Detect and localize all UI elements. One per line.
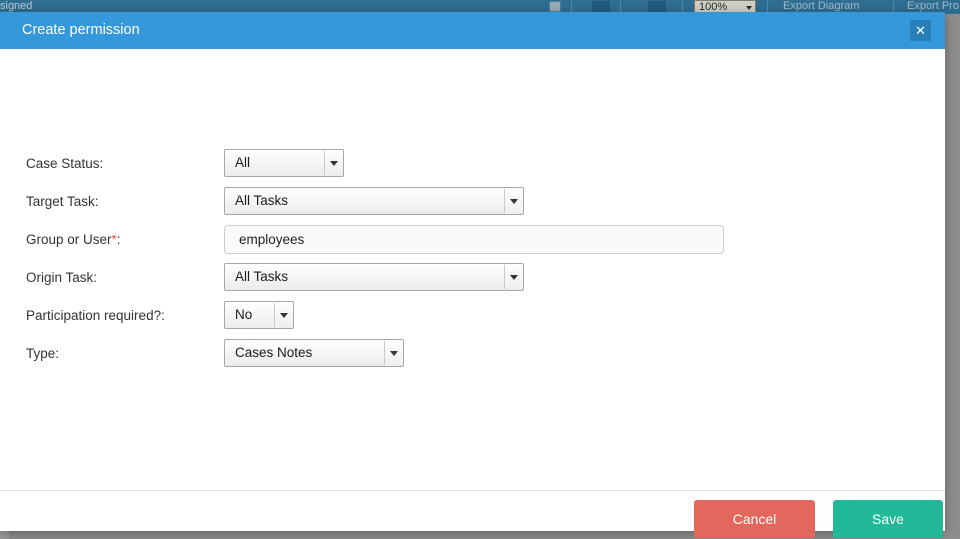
label-origin-task: Origin Task: <box>26 270 98 285</box>
label-participation-required: Participation required?: <box>26 308 165 323</box>
toolbar-square-icon[interactable] <box>549 1 561 12</box>
group-or-user-input[interactable] <box>224 225 724 254</box>
close-icon[interactable]: ✕ <box>910 20 931 41</box>
chevron-down-icon <box>274 303 292 327</box>
select-case-status[interactable]: All <box>224 149 344 177</box>
form-row-type: Type: Cases Notes <box>0 337 945 375</box>
dialog-header: Create permission ✕ <box>0 12 945 49</box>
cancel-button[interactable]: Cancel <box>694 500 815 538</box>
create-permission-dialog: Create permission ✕ Case Status: All Tar… <box>0 12 945 538</box>
label-group-or-user-colon: : <box>116 232 121 247</box>
select-case-status-value: All <box>235 155 251 170</box>
chevron-down-icon <box>324 151 342 175</box>
chevron-down-icon <box>504 189 522 213</box>
label-case-status: Case Status: <box>26 156 104 171</box>
select-type[interactable]: Cases Notes <box>224 339 404 367</box>
select-type-value: Cases Notes <box>235 345 313 360</box>
form-row-case-status: Case Status: All <box>0 147 945 185</box>
form-row-group-or-user: Group or User*: <box>0 223 945 261</box>
select-participation-required[interactable]: No <box>224 301 294 329</box>
dialog-body: Case Status: All Target Task: All Tasks … <box>0 49 945 490</box>
dialog-title: Create permission <box>22 22 140 38</box>
select-participation-required-value: No <box>235 307 253 322</box>
select-origin-task[interactable]: All Tasks <box>224 263 524 291</box>
select-target-task[interactable]: All Tasks <box>224 187 524 215</box>
label-type: Type: <box>26 346 60 361</box>
select-target-task-value: All Tasks <box>235 193 289 208</box>
form-row-origin-task: Origin Task: All Tasks <box>0 261 945 299</box>
chevron-down-icon <box>384 341 402 365</box>
chevron-down-icon <box>504 265 522 289</box>
dialog-footer: Cancel Save <box>0 490 945 538</box>
form-row-target-task: Target Task: All Tasks <box>0 185 945 223</box>
select-origin-task-value: All Tasks <box>235 269 289 284</box>
label-group-or-user: Group or User*: <box>26 232 121 247</box>
label-target-task: Target Task: <box>26 194 99 209</box>
form-row-participation-required: Participation required?: No <box>0 299 945 337</box>
label-group-or-user-text: Group or User <box>26 232 112 247</box>
chevron-down-icon <box>746 6 752 10</box>
save-button[interactable]: Save <box>833 500 943 538</box>
